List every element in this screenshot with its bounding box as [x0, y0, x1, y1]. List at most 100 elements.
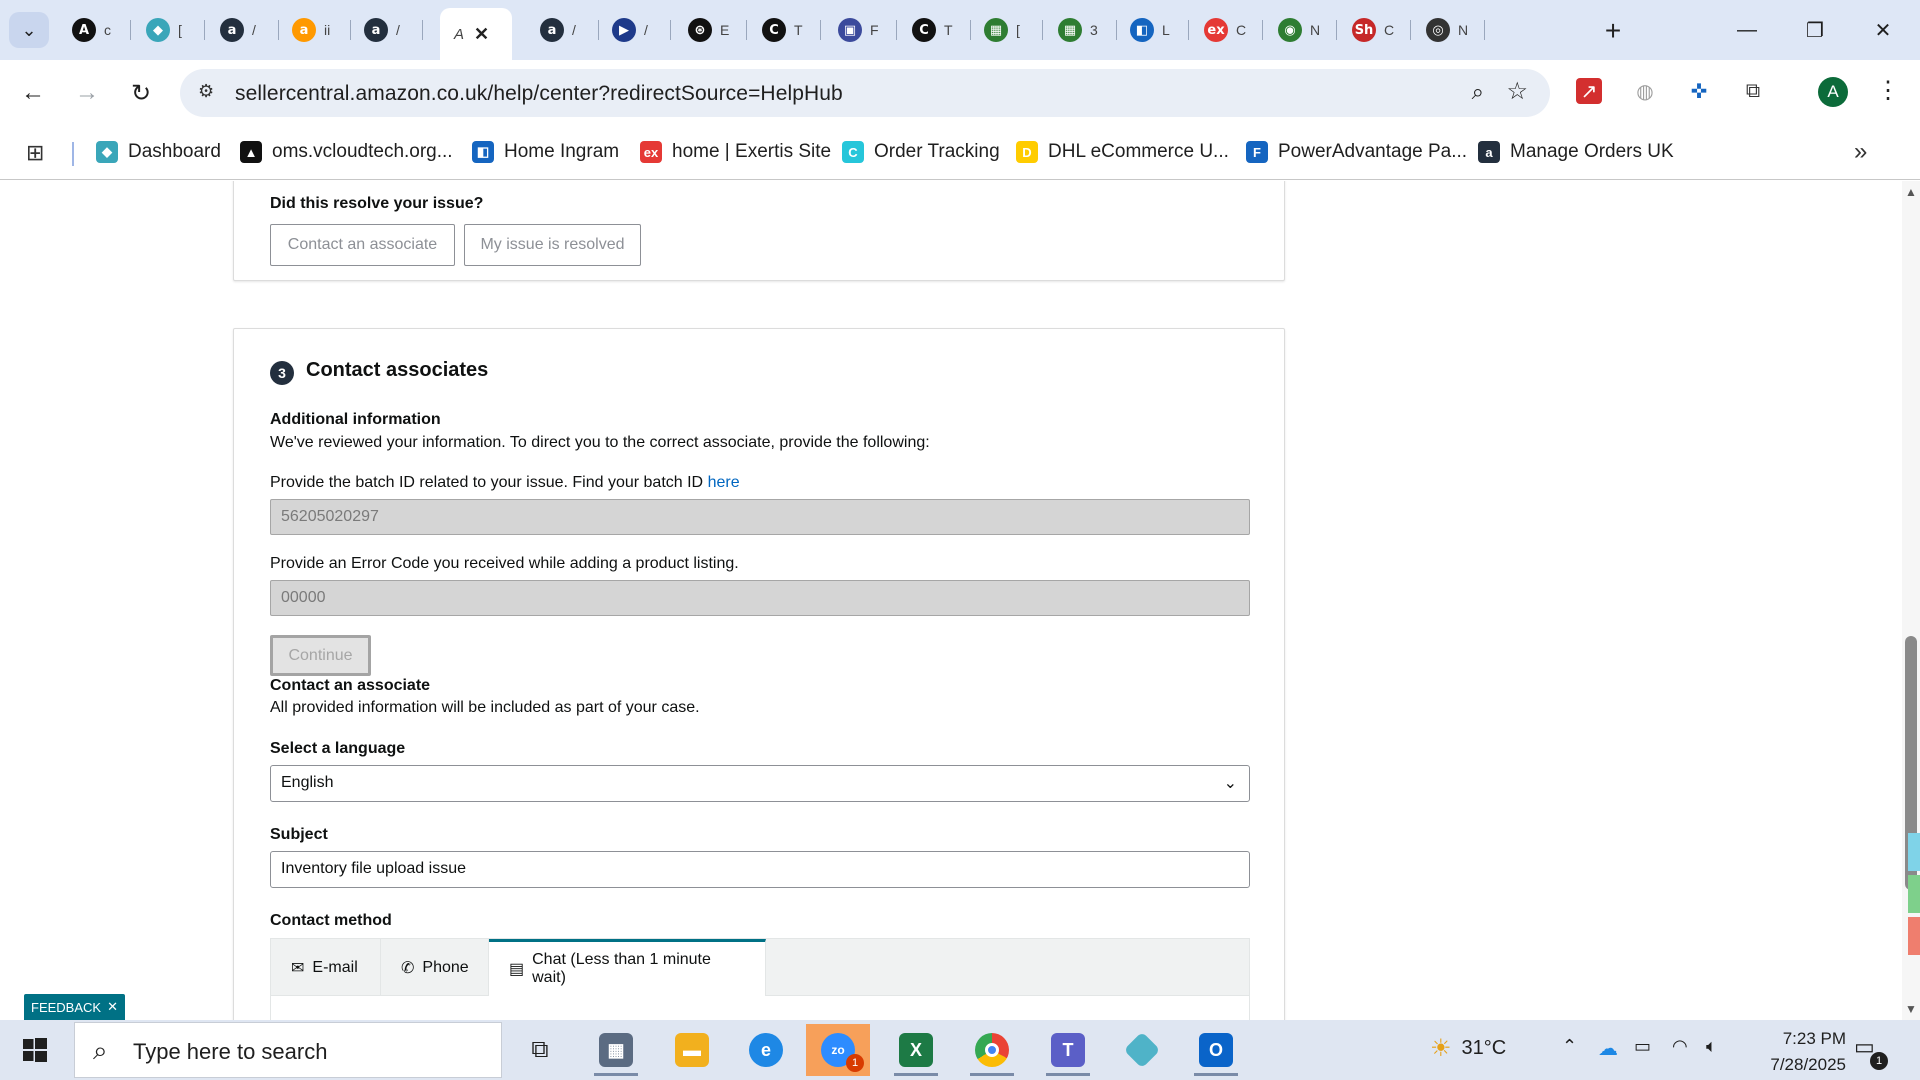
bookmark-item[interactable]: ◆ Dashboard: [96, 138, 221, 166]
tab-active[interactable]: A ✕: [440, 8, 512, 60]
tab-item[interactable]: a ii: [280, 10, 348, 50]
close-tab-icon[interactable]: ✕: [474, 24, 489, 45]
tab-item[interactable]: a /: [352, 10, 420, 50]
close-icon[interactable]: ✕: [107, 999, 118, 1015]
tab-item[interactable]: CT: [900, 10, 968, 50]
chevron-down-icon: ⌄: [1223, 775, 1237, 792]
battery-icon[interactable]: ▭: [1634, 1036, 1651, 1057]
forward-button[interactable]: →: [70, 76, 104, 110]
zoom-app[interactable]: zo 1: [806, 1024, 870, 1076]
tab-item[interactable]: ▦ 3: [1046, 10, 1114, 50]
tab-item[interactable]: CT: [750, 10, 818, 50]
bookmark-star-icon[interactable]: ☆: [1506, 77, 1528, 106]
bookmark-item[interactable]: ◧ Home Ingram: [472, 138, 619, 166]
tab-favicon-icon: ⊛: [688, 18, 712, 42]
teams-app[interactable]: T: [1036, 1024, 1100, 1076]
site-info-icon[interactable]: ⚙: [198, 81, 222, 105]
extensions-puzzle-icon[interactable]: ⧉: [1738, 76, 1768, 106]
bookmarks-bar: ⊞ ◆ Dashboard ▲ oms.vcloudtech.org... ◧ Home …: [0, 126, 1920, 180]
zoom-icon[interactable]: ⌕: [1472, 79, 1484, 105]
scroll-up-icon[interactable]: ▲: [1905, 185, 1917, 199]
tab-item[interactable]: Ac: [60, 10, 128, 50]
tab-title: L: [1162, 22, 1170, 38]
bookmark-item[interactable]: ▲ oms.vcloudtech.org...: [240, 138, 453, 166]
restore-button[interactable]: ❐: [1792, 12, 1838, 48]
taskbar-clock[interactable]: 7:23 PM 7/28/2025: [1736, 1026, 1846, 1078]
outlook-app[interactable]: O: [1184, 1024, 1248, 1076]
error-code-field[interactable]: 00000: [270, 580, 1250, 616]
batch-id-field[interactable]: 56205020297: [270, 499, 1250, 535]
volume-icon[interactable]: 🔈︎: [1706, 1036, 1717, 1057]
tab-item[interactable]: a /: [208, 10, 276, 50]
acrobat-extension-icon[interactable]: ↗: [1576, 78, 1602, 104]
onedrive-icon[interactable]: ☁: [1598, 1036, 1618, 1061]
reload-button[interactable]: ↻: [124, 76, 158, 110]
vpn-extension-icon[interactable]: ✜: [1684, 76, 1714, 106]
scroll-down-icon[interactable]: ▼: [1905, 1002, 1917, 1016]
tab-phone[interactable]: ✆ Phone: [381, 939, 489, 996]
taskbar-search[interactable]: ⌕ Type here to search: [74, 1022, 502, 1078]
tab-item[interactable]: ▶ /: [600, 10, 668, 50]
close-window-button[interactable]: ✕: [1860, 12, 1906, 48]
minimize-button[interactable]: —: [1724, 12, 1770, 48]
tab-item[interactable]: ▦[: [972, 10, 1040, 50]
globe-extension-icon[interactable]: ◍: [1630, 76, 1660, 106]
issue-resolved-button[interactable]: My issue is resolved: [464, 224, 641, 266]
address-bar[interactable]: ⚙ sellercentral.amazon.co.uk/help/center…: [180, 69, 1550, 117]
tab-favicon-icon: Sh: [1352, 18, 1376, 42]
start-button[interactable]: [12, 1032, 58, 1068]
language-value: English: [281, 774, 334, 791]
tab-item[interactable]: a /: [528, 10, 596, 50]
windows-taskbar: ⌕ Type here to search ⧉ ▦ ▬ e zo 1 X T O…: [0, 1020, 1920, 1080]
tab-search-button[interactable]: ⌄: [9, 12, 49, 48]
teams-icon: T: [1051, 1033, 1085, 1067]
tab-item[interactable]: ⊛ E: [676, 10, 744, 50]
weather-widget[interactable]: ☀ 31°C: [1430, 1034, 1506, 1063]
file-explorer-app[interactable]: ▬: [660, 1024, 724, 1076]
apps-grid-icon[interactable]: ⊞: [26, 140, 44, 166]
bookmark-label: home | Exertis Site: [672, 141, 832, 162]
bookmark-item[interactable]: a Manage Orders UK: [1478, 138, 1674, 166]
tab-item[interactable]: ◧ L: [1118, 10, 1186, 50]
task-view-button[interactable]: ⧉: [508, 1024, 572, 1076]
bookmark-item[interactable]: D DHL eCommerce U...: [1016, 138, 1229, 166]
contact-associate-button[interactable]: Contact an associate: [270, 224, 455, 266]
edge-app[interactable]: e: [734, 1024, 798, 1076]
back-button[interactable]: ←: [16, 76, 50, 110]
browser-menu-icon[interactable]: ⋮: [1876, 76, 1900, 105]
calculator-app[interactable]: ▦: [584, 1024, 648, 1076]
new-tab-button[interactable]: +: [1596, 14, 1630, 48]
more-bookmarks-icon[interactable]: »: [1854, 138, 1867, 166]
tab-chat[interactable]: ▤ Chat (Less than 1 minute wait): [489, 939, 766, 996]
tab-title: A: [454, 25, 465, 43]
tab-item[interactable]: ▣ F: [826, 10, 894, 50]
tab-item[interactable]: Sh C: [1340, 10, 1408, 50]
tab-item[interactable]: ◆[: [134, 10, 202, 50]
tab-item[interactable]: ◉ N: [1266, 10, 1334, 50]
continue-button[interactable]: Continue: [270, 635, 371, 676]
calculator-icon: ▦: [599, 1033, 633, 1067]
tab-item[interactable]: ex C: [1192, 10, 1260, 50]
clock-time: 7:23 PM: [1782, 1029, 1846, 1048]
bookmark-item[interactable]: F PowerAdvantage Pa...: [1246, 138, 1467, 166]
url-text[interactable]: sellercentral.amazon.co.uk/help/center?r…: [235, 82, 843, 106]
tab-item[interactable]: ◎ N: [1414, 10, 1482, 50]
feedback-button[interactable]: FEEDBACK ✕: [24, 994, 125, 1020]
language-select[interactable]: English ⌄: [270, 765, 1250, 802]
tab-email[interactable]: ✉ E-mail: [271, 939, 381, 996]
excel-app[interactable]: X: [884, 1024, 948, 1076]
profile-avatar[interactable]: A: [1818, 77, 1848, 107]
bookmark-item[interactable]: C Order Tracking: [842, 138, 1000, 166]
bookmark-item[interactable]: ex home | Exertis Site: [640, 138, 831, 166]
tab-favicon-icon: C: [762, 18, 786, 42]
tray-chevron-icon[interactable]: ⌃: [1562, 1036, 1577, 1057]
page-scrollbar[interactable]: ▲ ▼: [1902, 181, 1920, 1020]
chrome-app[interactable]: [960, 1024, 1024, 1076]
contact-associates-card: 3 Contact associates Additional informat…: [233, 328, 1285, 1020]
batch-id-help-link[interactable]: here: [708, 474, 740, 491]
wifi-icon[interactable]: ◠: [1672, 1036, 1688, 1057]
pinned-app[interactable]: [1110, 1024, 1174, 1076]
scroll-marker: [1908, 917, 1920, 955]
subject-input[interactable]: Inventory file upload issue: [270, 851, 1250, 888]
tab-separator: [278, 20, 279, 40]
